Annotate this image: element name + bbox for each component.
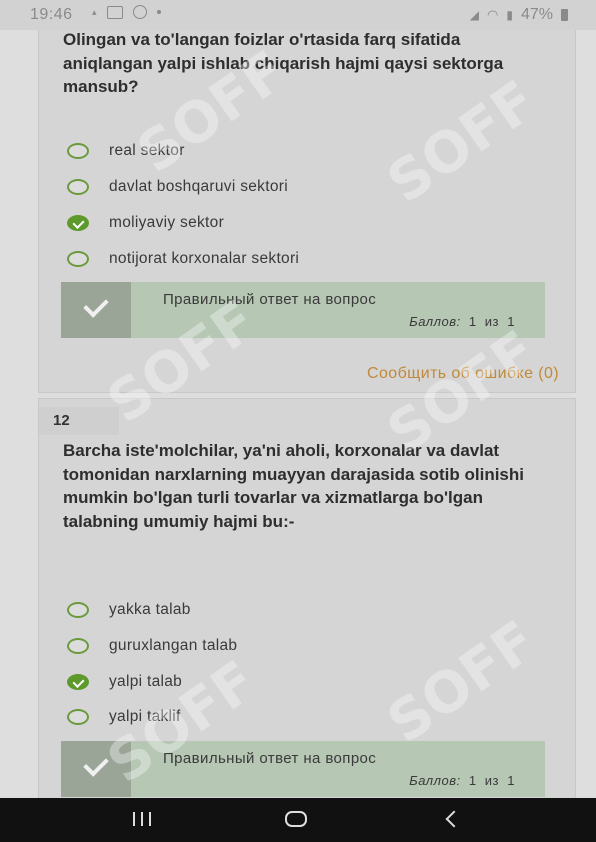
score-label: Баллов:: [409, 314, 461, 329]
feedback-box: Правильный ответ на вопрос Баллов: 1 из …: [61, 741, 545, 797]
score-max: 1: [507, 773, 515, 788]
answer-option[interactable]: guruxlangan talab: [67, 633, 237, 659]
answer-label: notijorat korxonalar sektori: [109, 250, 300, 267]
status-bar: 19:46 ▴ ◢ ◠ ▮ 47%: [0, 0, 596, 30]
radio-button[interactable]: [67, 709, 89, 725]
score-of: из: [484, 314, 500, 329]
score-value: 1: [468, 773, 477, 788]
score: Баллов: 1 из 1: [409, 314, 515, 329]
question-number: 12: [39, 407, 119, 435]
answer-option[interactable]: notijorat korxonalar sektori: [67, 246, 299, 272]
question-text: Olingan va to'langan foizlar o'rtasida f…: [63, 30, 504, 96]
score-max: 1: [507, 314, 515, 329]
radio-button[interactable]: [67, 179, 89, 195]
home-button[interactable]: [285, 811, 307, 827]
signal-icon: ▮: [506, 8, 513, 22]
system-icons: ◢ ◠ ▮ 47%: [470, 6, 568, 24]
answer-option[interactable]: davlat boshqaruvi sektori: [67, 174, 288, 200]
check-icon: [61, 741, 131, 797]
radio-button-checked[interactable]: [67, 215, 89, 231]
radio-button[interactable]: [67, 143, 89, 159]
signal-lte-icon: ◢: [469, 8, 480, 22]
wifi-icon: ◠: [487, 7, 499, 22]
dot-icon: [156, 10, 161, 14]
question-card-11: Olingan va to'langan foizlar o'rtasida f…: [38, 30, 576, 393]
answer-option[interactable]: real sektor: [67, 138, 185, 164]
feedback-text: Правильный ответ на вопрос: [163, 750, 377, 767]
image-icon: [106, 5, 123, 19]
data-speed-icon: ▴: [92, 6, 97, 17]
radio-button[interactable]: [67, 602, 89, 618]
score-value: 1: [468, 314, 477, 329]
score-label: Баллов:: [409, 773, 461, 788]
back-button[interactable]: [445, 810, 463, 828]
answer-option[interactable]: yalpi taklif: [67, 704, 181, 730]
answer-label: real sektor: [109, 142, 185, 159]
radio-button[interactable]: [67, 638, 89, 654]
check-icon: [61, 282, 131, 338]
feedback-box: Правильный ответ на вопрос Баллов: 1 из …: [61, 282, 545, 338]
battery-icon: [561, 9, 568, 21]
answer-label: davlat boshqaruvi sektori: [109, 178, 288, 195]
answer-label: moliyaviy sektor: [109, 214, 225, 231]
answer-label: yakka talab: [109, 601, 191, 618]
battery-percent: 47%: [520, 6, 553, 23]
answer-label: yalpi talab: [109, 673, 183, 690]
answer-label: yalpi taklif: [109, 708, 181, 725]
clock: 19:46: [30, 6, 73, 23]
score-of: из: [484, 773, 500, 788]
feedback-text: Правильный ответ на вопрос: [163, 291, 377, 308]
recent-apps-button[interactable]: [133, 812, 151, 826]
notification-icons: ▴: [92, 5, 161, 19]
radio-button[interactable]: [67, 251, 89, 267]
sync-icon: [132, 5, 147, 19]
question-text: Barcha iste'molchilar, ya'ni aholi, korx…: [63, 441, 524, 531]
navigation-bar: [0, 798, 596, 842]
answer-option[interactable]: yalpi talab: [67, 669, 182, 695]
question-card-12: 12 Barcha iste'molchilar, ya'ni aholi, k…: [38, 398, 576, 800]
answer-option[interactable]: moliyaviy sektor: [67, 210, 224, 236]
radio-button-checked[interactable]: [67, 674, 89, 690]
answer-option[interactable]: yakka talab: [67, 597, 191, 623]
score: Баллов: 1 из 1: [409, 773, 515, 788]
report-error-link[interactable]: Сообщить об ошибке (0): [367, 365, 559, 383]
answer-label: guruxlangan talab: [109, 637, 238, 654]
